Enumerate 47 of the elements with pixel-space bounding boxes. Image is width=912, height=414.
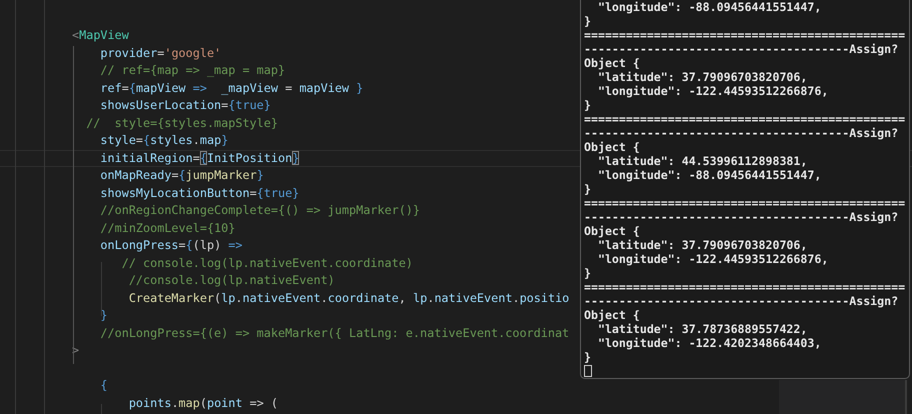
output-line: } xyxy=(584,266,591,280)
output-line: } xyxy=(584,98,591,112)
code-line: //minZoomLevel={10} xyxy=(99,220,236,234)
output-line: } xyxy=(584,14,591,28)
code-line: // ref={map => _map = map} xyxy=(99,63,286,77)
output-line: "latitude": 37.79096703820706, xyxy=(596,238,808,252)
output-line: --------------------------------------Assign? xyxy=(584,210,898,224)
code-line: // console.log(lp.nativeEvent.coordinate) xyxy=(120,256,413,270)
code-line: { xyxy=(99,378,108,392)
output-line: --------------------------------------Assign? xyxy=(584,126,898,140)
output-line: "longitude": -122.44593512266876, xyxy=(596,252,828,266)
output-line: "longitude": -88.09456441551447, xyxy=(596,0,822,14)
output-line: ============================================== xyxy=(584,280,906,294)
output-line: Object { xyxy=(584,308,640,322)
code-line: CreateMarker(lp.nativeEvent.coordinate, lp.nativeEvent.positio xyxy=(128,290,570,304)
output-line: "longitude": -122.4202348664403, xyxy=(596,336,822,350)
output-line: ============================================== xyxy=(584,196,906,210)
output-line: --------------------------------------Assign? xyxy=(584,42,898,56)
output-line: "latitude": 44.53996112898381, xyxy=(596,154,808,168)
code-line: ref={mapView => _mapView = mapView } xyxy=(99,80,364,94)
output-line: } xyxy=(584,350,591,364)
code-line: <MapView xyxy=(72,28,129,42)
output-line: Object { xyxy=(584,224,640,238)
code-line: //onLongPress={(e) => makeMarker({ LatLng: e.nativeEvent.coordinat xyxy=(99,326,570,340)
code-line: //console.log(lp.nativeEvent) xyxy=(128,273,335,287)
code-line: showsUserLocation={true} xyxy=(99,98,271,112)
output-line: ============================================== xyxy=(584,28,906,42)
code-line: initialRegion={InitPosition} xyxy=(99,150,300,164)
code-line: onLongPress={(lp) => xyxy=(99,238,242,252)
cursor-icon xyxy=(584,365,592,377)
code-line: // style={styles.mapStyle} xyxy=(85,116,278,130)
output-line: --------------------------------------Assign? xyxy=(584,294,898,308)
output-line: Object { xyxy=(584,140,640,154)
output-line: ============================================== xyxy=(584,112,906,126)
code-line: } xyxy=(99,308,108,322)
output-line: "latitude": 37.78736889557422, xyxy=(596,322,808,336)
code-line: style={styles.map} xyxy=(99,133,228,147)
output-line: "longitude": -88.09456441551447, xyxy=(596,168,822,182)
output-line: } xyxy=(584,182,591,196)
code-line: //onRegionChangeComplete={() => jumpMarker()} xyxy=(99,203,420,217)
code-line: onMapReady={jumpMarker} xyxy=(99,168,264,182)
output-line: Object { xyxy=(584,56,640,70)
code-line: showsMyLocationButton={true} xyxy=(99,186,300,200)
code-line: provider='google' xyxy=(99,46,222,60)
code-line: points.map(point => ( xyxy=(128,396,278,410)
output-line: "latitude": 37.79096703820706, xyxy=(596,70,808,84)
output-line: "longitude": -122.44593512266876, xyxy=(596,84,828,98)
